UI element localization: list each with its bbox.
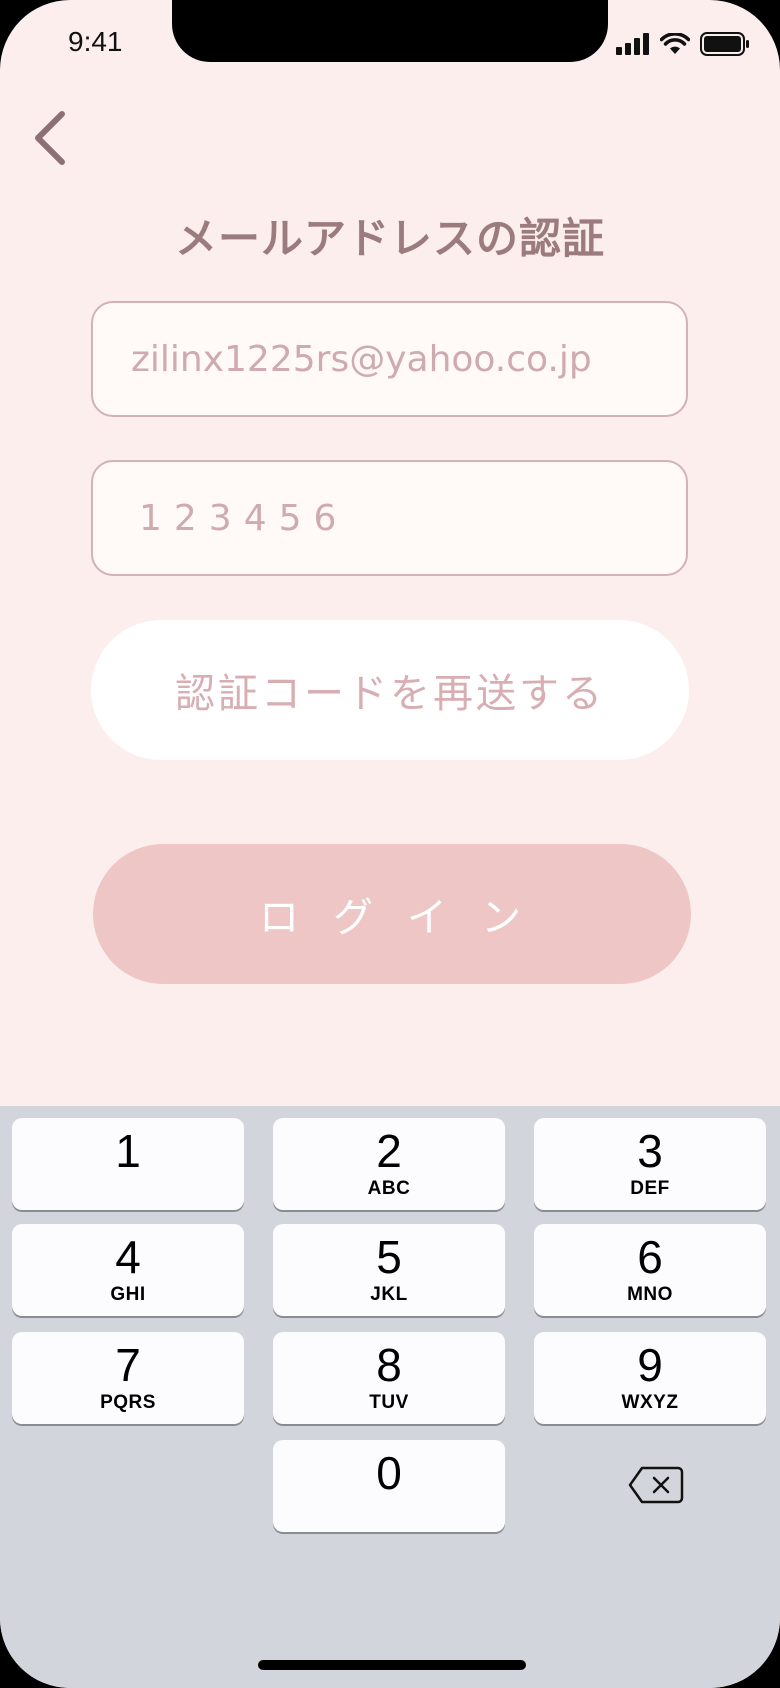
key-9[interactable]: 9 WXYZ xyxy=(534,1332,766,1424)
back-chevron-icon[interactable] xyxy=(28,108,72,168)
status-icons xyxy=(616,32,750,56)
login-button[interactable]: ログイン xyxy=(93,844,691,984)
key-0[interactable]: 0 xyxy=(273,1440,505,1532)
battery-icon xyxy=(700,32,749,56)
verification-code-field[interactable]: 123456 xyxy=(91,460,688,576)
numeric-keypad: 1 2 ABC 3 DEF 4 GHI 5 JKL 6 MNO 7 PQRS 8 xyxy=(0,1106,780,1688)
key-3[interactable]: 3 DEF xyxy=(534,1118,766,1210)
wifi-icon xyxy=(660,33,690,54)
key-2[interactable]: 2 ABC xyxy=(273,1118,505,1210)
key-7[interactable]: 7 PQRS xyxy=(12,1332,244,1424)
resend-code-button[interactable]: 認証コードを再送する xyxy=(91,620,689,760)
key-4[interactable]: 4 GHI xyxy=(12,1224,244,1316)
page-title: メールアドレスの認証 xyxy=(174,214,605,263)
status-time: 9:41 xyxy=(68,26,123,57)
email-field[interactable]: zilinx1225rs@yahoo.co.jp xyxy=(91,301,688,417)
phone-screen: 9:41 メールアドレスの認証 zilinx1225rs@yahoo.co.jp… xyxy=(0,0,780,1688)
key-8[interactable]: 8 TUV xyxy=(273,1332,505,1424)
key-6[interactable]: 6 MNO xyxy=(534,1224,766,1316)
home-indicator[interactable] xyxy=(258,1660,526,1670)
notch xyxy=(172,0,608,62)
key-1[interactable]: 1 xyxy=(12,1118,244,1210)
backspace-icon[interactable] xyxy=(628,1465,684,1505)
key-5[interactable]: 5 JKL xyxy=(273,1224,505,1316)
signal-icon xyxy=(616,33,649,55)
